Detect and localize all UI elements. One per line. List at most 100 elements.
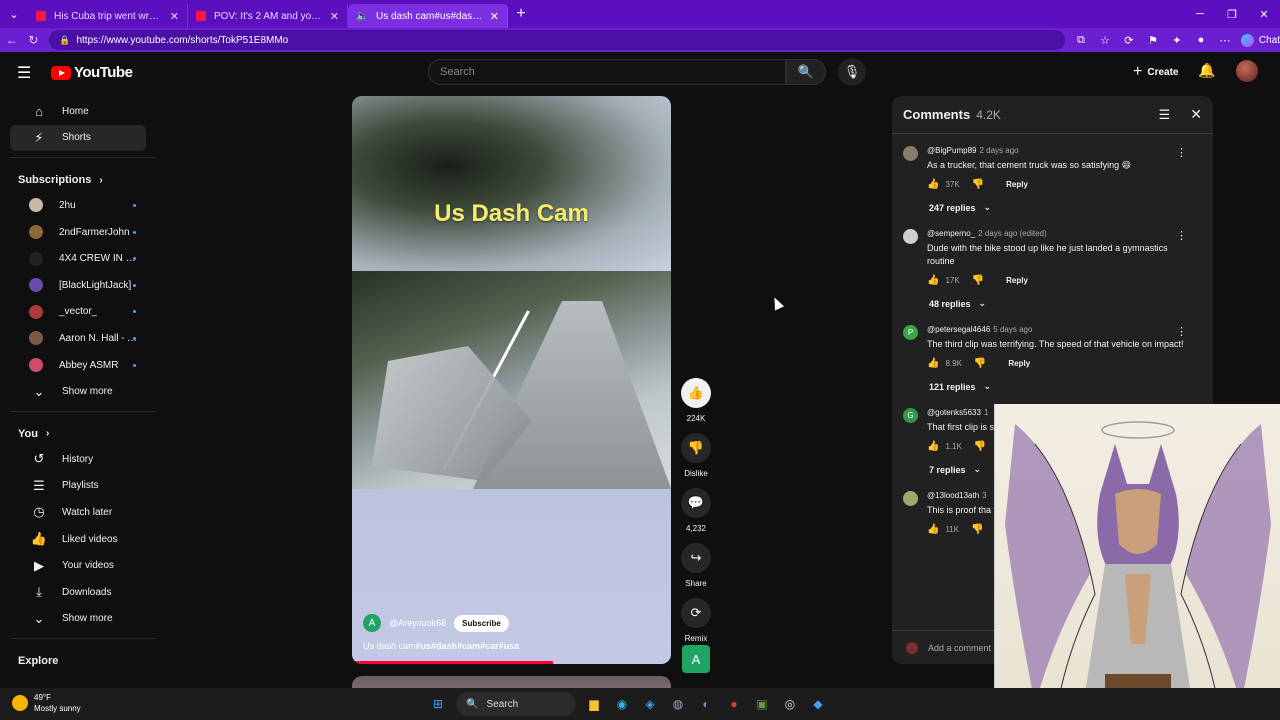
channel-name[interactable]: @Areyouok68 <box>389 618 446 628</box>
comment-author[interactable]: @petersegal4646 <box>927 325 990 334</box>
guide-menu-icon[interactable]: ☰ <box>17 63 31 83</box>
channel-avatar[interactable]: A <box>363 614 381 632</box>
edge-browser-icon[interactable]: ◉ <box>610 692 634 716</box>
profile-icon[interactable]: ● <box>1189 34 1213 46</box>
app-store-icon[interactable]: ◆ <box>806 692 830 716</box>
url-field[interactable]: 🔒 https://www.youtube.com/shorts/TokP51E… <box>49 30 1065 50</box>
show-more-button[interactable]: ⌄ Show more <box>10 378 146 405</box>
you-heading[interactable]: You › <box>0 418 156 446</box>
sidebar-item-subscription[interactable]: 2ndFarmerJohn <box>10 219 146 246</box>
commenter-avatar[interactable] <box>903 229 918 244</box>
create-button[interactable]: + Create <box>1125 59 1186 85</box>
discord-icon[interactable]: ◐ <box>694 692 718 716</box>
sidebar-item-subscription[interactable]: 4X4 CREW IN PU... <box>10 245 146 272</box>
commenter-avatar[interactable] <box>903 146 918 161</box>
close-tab-icon[interactable]: ✕ <box>490 10 499 23</box>
sidebar-item-playlists[interactable]: ☰ Playlists <box>10 473 146 500</box>
view-replies-button[interactable]: 48 replies ⌄ <box>929 298 1213 309</box>
commenter-avatar[interactable]: P <box>903 325 918 340</box>
notifications-icon[interactable]: 🔔 <box>1198 62 1215 79</box>
browser-tab-active[interactable]: 🔈 Us dash cam#us#dash#cam#... ✕ <box>348 4 508 28</box>
youtube-logo[interactable]: YouTube <box>51 64 133 81</box>
sidebar-item-downloads[interactable]: ⤓ Downloads <box>10 579 146 606</box>
commenter-avatar[interactable]: G <box>903 408 918 423</box>
close-window-icon[interactable]: ✕ <box>1248 0 1280 28</box>
search-input[interactable]: Search <box>428 59 786 85</box>
reply-button[interactable]: Reply <box>1006 180 1028 189</box>
sidebar-item-subscription[interactable]: Abbey ASMR <box>10 352 146 379</box>
dislike-icon[interactable]: 👎 <box>972 179 984 190</box>
like-icon[interactable]: 👍 <box>927 179 939 190</box>
site-info-icon[interactable]: 🔒 <box>59 35 70 46</box>
collections-icon[interactable]: ✦ <box>1165 34 1189 47</box>
commenter-avatar[interactable] <box>903 491 918 506</box>
voice-search-button[interactable]: 🎙 <box>838 58 866 86</box>
reply-button[interactable]: Reply <box>1008 359 1030 368</box>
sidebar-item-history[interactable]: ↺ History <box>10 446 146 473</box>
browser-tab[interactable]: His Cuba trip went wrong... - YouTube ✕ <box>28 4 188 28</box>
like-icon[interactable]: 👍 <box>927 441 939 452</box>
steam-icon[interactable]: ◍ <box>666 692 690 716</box>
reload-icon[interactable]: ↻ <box>24 33 44 47</box>
vscode-icon[interactable]: ◈ <box>638 692 662 716</box>
browser-tab[interactable]: POV: It's 2 AM and you have the ... ✕ <box>188 4 348 28</box>
sound-avatar[interactable]: A <box>682 645 710 673</box>
like-button[interactable]: 👍 <box>681 378 711 408</box>
tab-actions-icon[interactable]: ⌄ <box>0 0 28 28</box>
dislike-icon[interactable]: 👎 <box>972 275 984 286</box>
dislike-button[interactable]: 👎 <box>681 433 711 463</box>
comment-author[interactable]: @semperno_ <box>927 229 975 238</box>
remix-button[interactable]: ⟳ <box>681 598 711 628</box>
view-replies-button[interactable]: 121 replies ⌄ <box>929 381 1213 392</box>
favorite-icon[interactable]: ☆ <box>1093 34 1117 47</box>
share-button[interactable]: ↪ <box>681 543 711 573</box>
sidebar-item-home[interactable]: ⌂ Home <box>10 98 146 125</box>
sidebar-item-watch-later[interactable]: ◷ Watch later <box>10 499 146 526</box>
dislike-icon[interactable]: 👎 <box>974 441 986 452</box>
video-progress-bar[interactable] <box>352 661 553 664</box>
comment-menu-icon[interactable]: ⋮ <box>1176 325 1187 338</box>
file-explorer-icon[interactable]: ▆ <box>582 692 606 716</box>
refresh-extension-icon[interactable]: ⟳ <box>1117 34 1141 47</box>
account-avatar[interactable] <box>1236 60 1258 82</box>
sidebar-item-your-videos[interactable]: ▶ Your videos <box>10 552 146 579</box>
back-icon[interactable]: ← <box>2 33 22 47</box>
comment-menu-icon[interactable]: ⋮ <box>1176 146 1187 159</box>
comment-menu-icon[interactable]: ⋮ <box>1176 229 1187 242</box>
app-s-icon[interactable]: ● <box>722 692 746 716</box>
restore-icon[interactable]: ❐ <box>1216 0 1248 28</box>
sidebar-item-subscription[interactable]: [BlackLightJack] <box>10 272 146 299</box>
minimize-icon[interactable]: ─ <box>1184 0 1216 28</box>
like-icon[interactable]: 👍 <box>927 275 939 286</box>
new-tab-button[interactable]: + <box>508 5 534 23</box>
subscriptions-heading[interactable]: Subscriptions › <box>0 164 156 192</box>
dislike-icon[interactable]: 👎 <box>974 358 986 369</box>
close-tab-icon[interactable]: ✕ <box>330 10 339 23</box>
short-video-player[interactable]: Us Dash Cam A @Areyouok68 Subscribe Us d… <box>352 96 671 664</box>
comment-author[interactable]: @gotenks5633 <box>927 408 981 417</box>
view-replies-button[interactable]: 247 replies ⌄ <box>929 202 1213 213</box>
sort-icon[interactable]: ☰ <box>1159 107 1171 123</box>
bookmark-icon[interactable]: ⚑ <box>1141 34 1165 47</box>
more-icon[interactable]: ⋯ <box>1213 34 1237 47</box>
sidebar-item-subscription[interactable]: 2hu <box>10 192 146 219</box>
sidebar-item-subscription[interactable]: _vector_ <box>10 299 146 326</box>
sidebar-item-subscription[interactable]: Aaron N. Hall - A... <box>10 325 146 352</box>
close-icon[interactable]: ✕ <box>1190 106 1202 123</box>
chrome-icon[interactable]: ◎ <box>778 692 802 716</box>
close-tab-icon[interactable]: ✕ <box>170 10 179 23</box>
comment-author[interactable]: @BigPump89 <box>927 146 976 155</box>
caption-hashtags[interactable]: #us#dash#cam#car#usa <box>416 641 520 651</box>
subscribe-button[interactable]: Subscribe <box>454 614 509 632</box>
extensions-icon[interactable]: ⧉ <box>1069 34 1093 47</box>
taskbar-search[interactable]: 🔍 Search <box>456 692 576 716</box>
like-icon[interactable]: 👍 <box>927 358 939 369</box>
speaker-icon[interactable]: 🔈 <box>356 11 368 22</box>
sidebar-item-liked-videos[interactable]: 👍 Liked videos <box>10 526 146 553</box>
like-icon[interactable]: 👍 <box>927 524 939 535</box>
show-more-button[interactable]: ⌄ Show more <box>10 606 146 633</box>
reply-button[interactable]: Reply <box>1006 276 1028 285</box>
search-button[interactable]: 🔍 <box>786 59 826 85</box>
sidebar-item-shorts[interactable]: ⚡ Shorts <box>10 124 146 152</box>
dislike-icon[interactable]: 👎 <box>971 524 983 535</box>
